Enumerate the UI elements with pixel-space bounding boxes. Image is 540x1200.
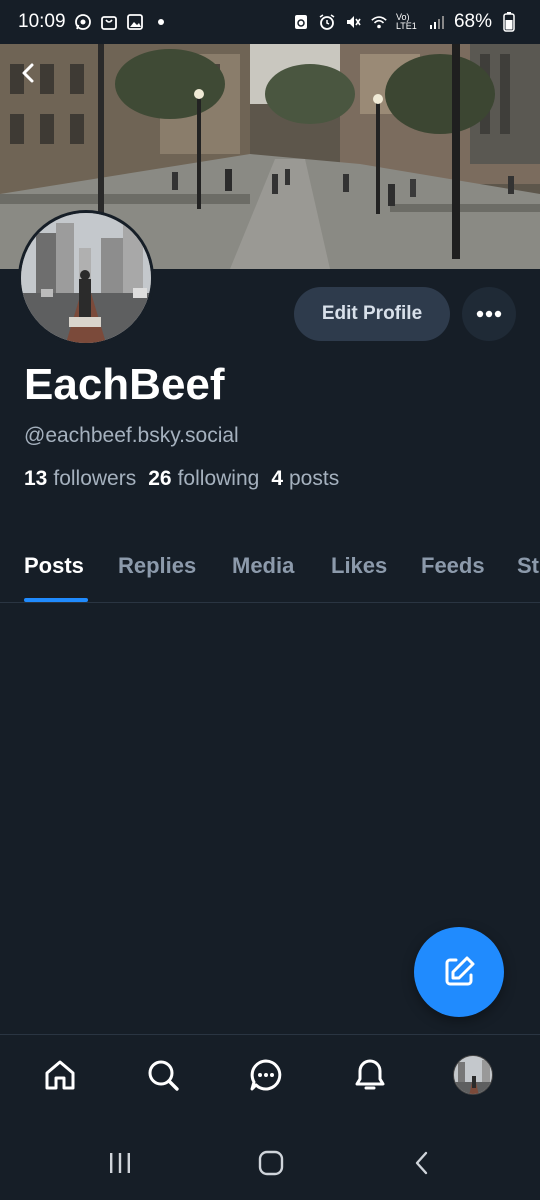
bag-icon <box>100 13 118 31</box>
chat-icon <box>250 1059 282 1091</box>
profile-avatar[interactable] <box>18 210 154 346</box>
battery-icon <box>500 12 518 32</box>
nav-search[interactable] <box>141 1053 185 1097</box>
nav-avatar-photo <box>454 1056 492 1094</box>
ellipsis-icon <box>476 310 502 318</box>
system-navigation-bar <box>0 1130 540 1200</box>
notification-dot <box>157 19 164 25</box>
compose-icon <box>445 956 475 986</box>
tab-likes[interactable]: Likes <box>331 553 387 579</box>
battery-percent: 68% <box>453 11 492 32</box>
whatsapp-icon <box>74 13 92 31</box>
tab-media[interactable]: Media <box>232 553 294 579</box>
tab-replies[interactable]: Replies <box>118 553 196 579</box>
home-icon <box>45 1060 75 1090</box>
status-bar: 10:09 Vo) LTE1 68% <box>0 0 540 44</box>
status-left: 10:09 <box>18 11 164 33</box>
signal-icon <box>428 13 446 31</box>
search-icon <box>148 1060 179 1091</box>
posts-stat: 4 posts <box>271 467 339 491</box>
network-label: Vo) LTE1 <box>395 12 417 31</box>
tab-posts[interactable]: Posts <box>24 553 84 579</box>
nav-notifications[interactable] <box>348 1053 392 1097</box>
mute-icon <box>344 13 362 31</box>
posts-count: 4 <box>271 467 283 490</box>
recent-apps-button[interactable] <box>100 1148 140 1178</box>
gallery-icon <box>126 13 144 31</box>
status-right: Vo) LTE1 68% <box>292 11 518 33</box>
profile-tabs: Posts Replies Media Likes Feeds St <box>0 535 540 603</box>
nav-chat[interactable] <box>244 1053 288 1097</box>
nav-home[interactable] <box>38 1053 82 1097</box>
recent-apps-icon <box>110 1153 130 1173</box>
followers-stat[interactable]: 13 followers <box>24 467 136 491</box>
following-count: 26 <box>148 467 172 490</box>
following-stat[interactable]: 26 following <box>148 467 259 491</box>
chevron-left-icon <box>22 63 34 83</box>
profile-handle: @eachbeef.bsky.social <box>24 424 239 447</box>
tab-starter-packs[interactable]: St <box>517 553 539 579</box>
tab-feeds[interactable]: Feeds <box>421 553 485 579</box>
bottom-navigation <box>0 1034 540 1120</box>
recycle-icon <box>292 13 310 31</box>
profile-stats: 13 followers 26 following 4 posts <box>24 467 339 491</box>
more-options-button[interactable] <box>462 287 516 341</box>
display-name: EachBeef <box>24 360 225 409</box>
following-label: following <box>177 467 260 490</box>
followers-label: followers <box>53 467 137 490</box>
bell-icon <box>355 1059 385 1090</box>
wifi-icon <box>370 13 388 31</box>
followers-count: 13 <box>24 467 48 490</box>
posts-label: posts <box>289 467 340 490</box>
home-square-icon <box>258 1150 284 1176</box>
alarm-icon <box>318 13 336 31</box>
active-tab-indicator <box>24 598 88 602</box>
nav-profile[interactable] <box>451 1053 495 1097</box>
status-time: 10:09 <box>18 11 66 32</box>
home-system-button[interactable] <box>251 1148 291 1178</box>
system-back-button[interactable] <box>402 1148 442 1178</box>
compose-post-button[interactable] <box>414 927 504 1017</box>
edit-profile-button[interactable]: Edit Profile <box>294 287 450 341</box>
avatar-street-photo <box>21 213 151 343</box>
system-back-icon <box>415 1151 428 1175</box>
back-button[interactable] <box>14 58 44 88</box>
nav-profile-avatar <box>453 1055 493 1095</box>
edit-profile-label: Edit Profile <box>321 303 423 324</box>
